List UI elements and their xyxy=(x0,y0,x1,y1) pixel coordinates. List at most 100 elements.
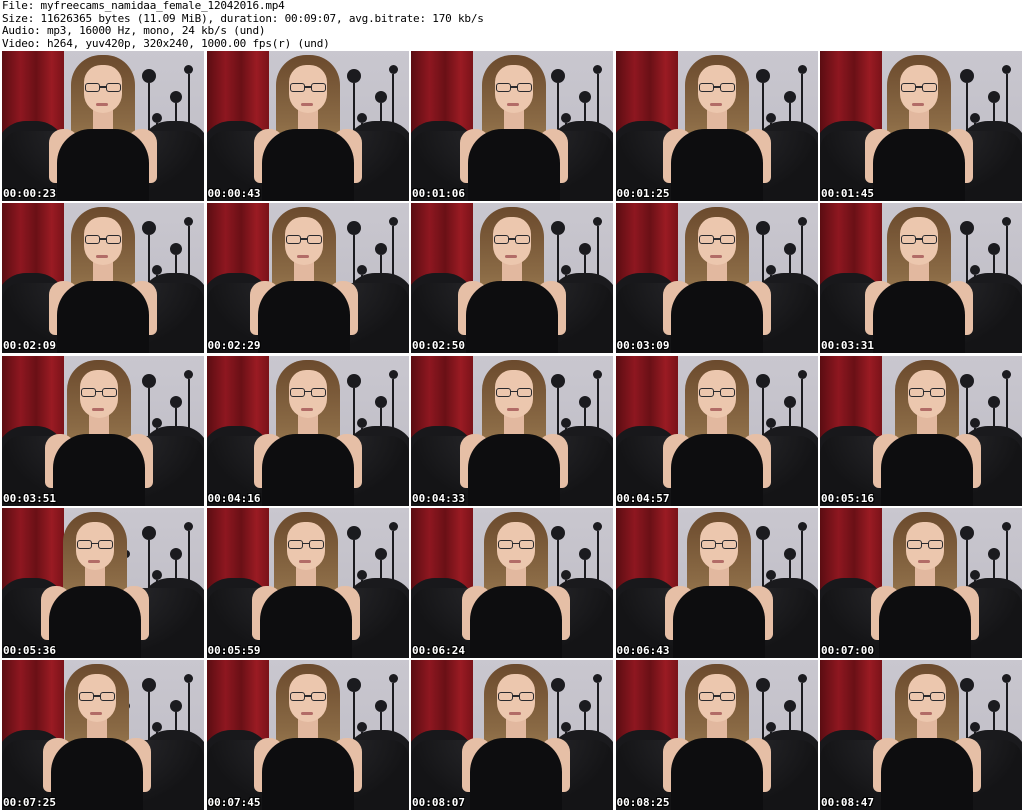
black-top xyxy=(670,129,763,201)
flower-decal xyxy=(988,395,1000,408)
glasses-icon xyxy=(909,692,945,702)
glasses-lens xyxy=(719,83,735,92)
glasses-icon xyxy=(698,387,735,398)
person-figure xyxy=(43,51,163,201)
flower-decal xyxy=(170,700,182,712)
flower-decal xyxy=(988,700,1000,712)
mouth xyxy=(300,712,313,715)
glasses-lens xyxy=(287,539,303,549)
thumbnail-timestamp: 00:01:06 xyxy=(412,187,465,200)
glasses-icon xyxy=(285,235,322,245)
glasses-lens xyxy=(289,387,305,397)
file-info-header: File: myfreecams_namidaa_female_12042016… xyxy=(2,0,1022,50)
video-thumbnail: 00:04:57 xyxy=(615,355,818,506)
person-figure xyxy=(37,660,157,810)
glasses-icon xyxy=(287,539,324,550)
video-thumbnail: 00:02:09 xyxy=(2,203,204,354)
mouth xyxy=(709,255,722,259)
mouth xyxy=(920,712,932,715)
video-thumbnail: 00:06:43 xyxy=(615,507,818,658)
glasses-icon xyxy=(498,692,534,702)
flower-decal xyxy=(388,217,398,227)
person-figure xyxy=(867,660,987,810)
flower-decal xyxy=(797,521,807,531)
glasses-lens xyxy=(698,387,714,397)
glasses-lens xyxy=(719,387,735,397)
thumbnail-timestamp: 00:03:09 xyxy=(616,339,670,353)
video-thumbnail: 00:03:09 xyxy=(615,203,818,354)
mouth xyxy=(88,559,100,563)
person-figure xyxy=(452,203,572,354)
flower-decal xyxy=(374,395,387,408)
video-thumbnail: 00:07:45 xyxy=(206,660,409,810)
black-top xyxy=(470,738,562,810)
person-figure xyxy=(244,203,364,354)
video-thumbnail: 00:04:16 xyxy=(206,355,409,506)
glasses-lens xyxy=(517,83,532,92)
glasses-lens xyxy=(289,692,305,701)
glasses-lens xyxy=(102,387,117,397)
flower-decal xyxy=(374,547,387,560)
flower-decal xyxy=(783,700,796,712)
mouth xyxy=(711,559,724,563)
mouth xyxy=(300,103,313,106)
flower-decal xyxy=(593,65,602,74)
glasses-lens xyxy=(719,692,735,701)
video-thumbnail: 00:02:29 xyxy=(206,203,409,354)
thumbnail-timestamp: 00:01:25 xyxy=(616,187,670,200)
flower-decal xyxy=(593,674,602,683)
thumbnail-timestamp: 00:02:50 xyxy=(412,339,465,353)
thumbnail-timestamp: 00:05:59 xyxy=(207,643,261,657)
black-top xyxy=(672,585,765,658)
glasses-lens xyxy=(519,539,534,549)
glasses-icon xyxy=(289,387,326,398)
glasses-icon xyxy=(698,235,735,245)
person-figure xyxy=(659,508,779,658)
mouth xyxy=(509,712,521,715)
glasses-lens xyxy=(909,692,924,701)
flower-decal xyxy=(388,369,398,379)
flower-decal xyxy=(1002,369,1011,379)
black-top xyxy=(53,433,145,506)
black-top xyxy=(49,585,141,658)
flower-decal xyxy=(1002,65,1011,74)
glasses-lens xyxy=(310,692,326,701)
glasses-lens xyxy=(100,692,115,701)
black-top xyxy=(670,738,763,810)
flower-decal xyxy=(579,700,591,712)
black-top xyxy=(259,585,352,658)
video-info-line: Video: h264, yuv420p, 320x240, 1000.00 f… xyxy=(2,36,330,50)
mouth xyxy=(298,559,311,563)
black-top xyxy=(261,738,354,810)
thumbnail-timestamp: 00:04:57 xyxy=(616,491,670,505)
video-thumbnail: 00:07:00 xyxy=(820,507,1022,658)
person-figure xyxy=(657,51,777,201)
flower-decal xyxy=(797,369,807,379)
flower-decal xyxy=(184,65,193,74)
black-top xyxy=(51,738,143,810)
person-figure xyxy=(248,660,368,810)
black-top xyxy=(873,281,965,354)
black-top xyxy=(881,433,973,506)
flower-decal xyxy=(170,395,182,408)
person-figure xyxy=(859,51,979,201)
mouth xyxy=(300,407,313,411)
glasses-lens xyxy=(98,539,113,549)
mouth xyxy=(709,407,722,411)
flower-decal xyxy=(593,521,602,531)
flower-decal xyxy=(797,65,807,74)
thumbnail-timestamp: 00:04:33 xyxy=(412,491,465,505)
person-figure xyxy=(657,660,777,810)
glasses-icon xyxy=(907,539,943,550)
glasses-icon xyxy=(496,387,532,398)
person-figure xyxy=(867,356,987,506)
video-thumbnail: 00:05:59 xyxy=(206,507,409,658)
flower-decal xyxy=(184,369,193,379)
glasses-icon xyxy=(498,539,534,550)
mouth xyxy=(507,407,519,411)
glasses-icon xyxy=(901,83,937,93)
mouth xyxy=(709,103,722,106)
flower-decal xyxy=(388,521,398,531)
person-figure xyxy=(248,51,368,201)
glasses-lens xyxy=(719,235,735,245)
